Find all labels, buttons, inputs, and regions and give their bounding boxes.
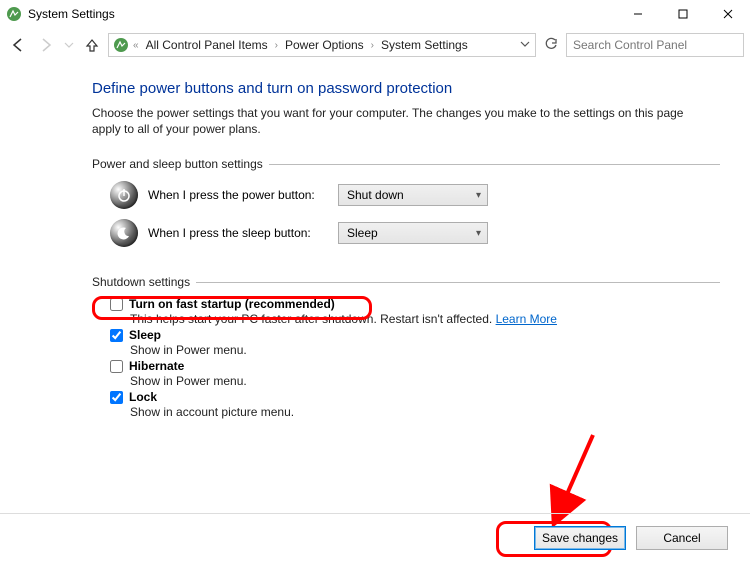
breadcrumb-sep: « bbox=[131, 40, 141, 51]
footer: Save changes Cancel bbox=[0, 513, 750, 550]
page-heading: Define power buttons and turn on passwor… bbox=[92, 80, 720, 97]
lock-checkbox[interactable] bbox=[110, 391, 123, 404]
annotation-highlight-fast-startup bbox=[92, 296, 372, 320]
breadcrumb-item[interactable]: All Control Panel Items bbox=[143, 38, 271, 52]
hibernate-item: Hibernate Show in Power menu. bbox=[110, 359, 720, 388]
learn-more-link[interactable]: Learn More bbox=[496, 312, 557, 326]
chevron-down-icon: ▾ bbox=[476, 228, 481, 239]
power-button-label: When I press the power button: bbox=[148, 188, 328, 202]
sleep-item: Sleep Show in Power menu. bbox=[110, 328, 720, 357]
sleep-checkbox[interactable] bbox=[110, 329, 123, 342]
sleep-button-row: When I press the sleep button: Sleep ▾ bbox=[92, 219, 720, 247]
power-button-dropdown[interactable]: Shut down ▾ bbox=[338, 184, 488, 206]
sleep-button-label: When I press the sleep button: bbox=[148, 226, 328, 240]
maximize-button[interactable] bbox=[660, 0, 705, 28]
forward-button[interactable] bbox=[34, 33, 58, 57]
chevron-right-icon: › bbox=[273, 40, 280, 51]
breadcrumb-item[interactable]: System Settings bbox=[378, 38, 471, 52]
navbar: « All Control Panel Items › Power Option… bbox=[0, 28, 750, 62]
back-button[interactable] bbox=[6, 33, 30, 57]
window-title: System Settings bbox=[28, 7, 115, 21]
breadcrumb-item[interactable]: Power Options bbox=[282, 38, 367, 52]
save-changes-button[interactable]: Save changes bbox=[534, 526, 626, 550]
section-shutdown: Shutdown settings bbox=[92, 275, 720, 289]
address-dropdown[interactable] bbox=[517, 38, 533, 52]
up-button[interactable] bbox=[80, 33, 104, 57]
dropdown-value: Shut down bbox=[347, 188, 404, 202]
search-placeholder: Search Control Panel bbox=[573, 38, 687, 52]
power-icon bbox=[110, 181, 138, 209]
breadcrumb-icon bbox=[113, 37, 129, 53]
power-button-row: When I press the power button: Shut down… bbox=[92, 181, 720, 209]
sleep-button-dropdown[interactable]: Sleep ▾ bbox=[338, 222, 488, 244]
hibernate-checkbox[interactable] bbox=[110, 360, 123, 373]
cancel-button[interactable]: Cancel bbox=[636, 526, 728, 550]
section-power-sleep: Power and sleep button settings bbox=[92, 157, 720, 171]
content: Define power buttons and turn on passwor… bbox=[0, 62, 750, 419]
app-icon bbox=[6, 6, 22, 22]
breadcrumb[interactable]: « All Control Panel Items › Power Option… bbox=[108, 33, 536, 57]
search-input[interactable]: Search Control Panel bbox=[566, 33, 744, 57]
hibernate-sub: Show in Power menu. bbox=[110, 374, 720, 388]
minimize-button[interactable] bbox=[615, 0, 660, 28]
close-button[interactable] bbox=[705, 0, 750, 28]
refresh-button[interactable] bbox=[540, 37, 562, 54]
sleep-icon bbox=[110, 219, 138, 247]
section-label: Shutdown settings bbox=[92, 275, 190, 289]
chevron-right-icon: › bbox=[369, 40, 376, 51]
page-description: Choose the power settings that you want … bbox=[92, 105, 692, 137]
sleep-label: Sleep bbox=[129, 328, 161, 342]
titlebar: System Settings bbox=[0, 0, 750, 28]
lock-sub: Show in account picture menu. bbox=[110, 405, 720, 419]
lock-item: Lock Show in account picture menu. bbox=[110, 390, 720, 419]
hibernate-label: Hibernate bbox=[129, 359, 184, 373]
lock-label: Lock bbox=[129, 390, 157, 404]
sleep-sub: Show in Power menu. bbox=[110, 343, 720, 357]
recent-dropdown[interactable] bbox=[62, 33, 76, 57]
dropdown-value: Sleep bbox=[347, 226, 378, 240]
chevron-down-icon: ▾ bbox=[476, 190, 481, 201]
section-label: Power and sleep button settings bbox=[92, 157, 263, 171]
